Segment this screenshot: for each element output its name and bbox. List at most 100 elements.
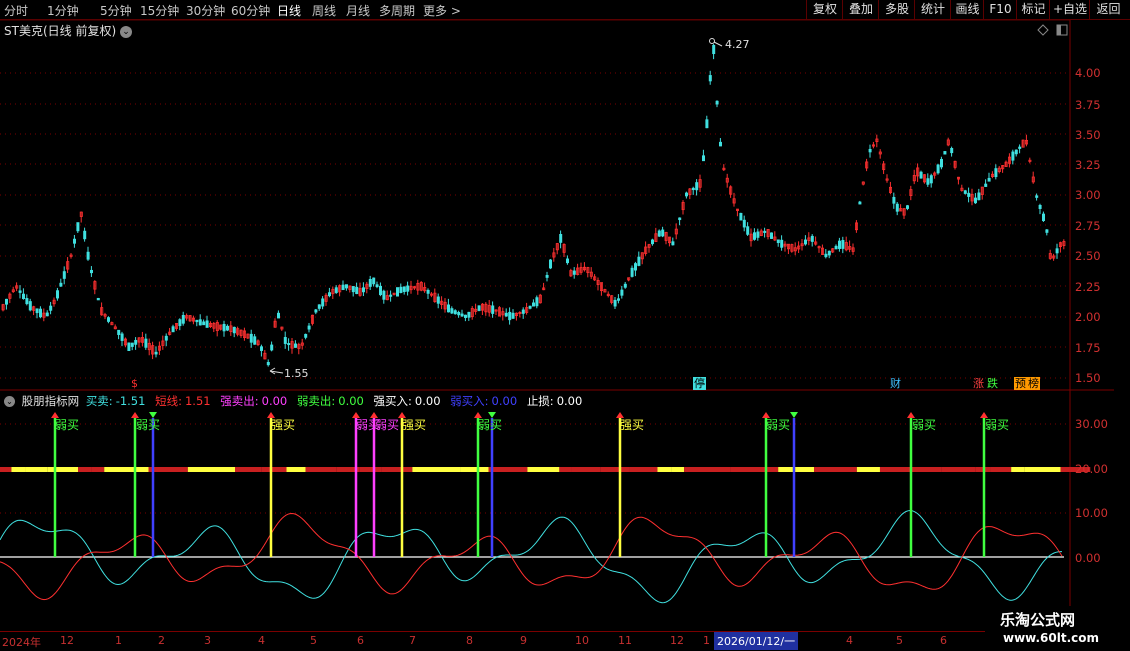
candle-body: [283, 337, 287, 344]
candle-body: [892, 196, 896, 204]
high-price-label: 4.27: [725, 38, 750, 51]
time-tick: 5: [310, 634, 317, 647]
candle-body: [164, 335, 168, 341]
candle-body: [307, 325, 311, 330]
chevron-down-icon[interactable]: ⌄: [4, 396, 15, 407]
candle-body: [83, 230, 87, 240]
candle-body: [178, 319, 182, 327]
candle-body: [378, 285, 382, 296]
price-tick: 3.50: [1075, 128, 1101, 142]
candle-body: [770, 232, 774, 239]
candle-body: [232, 326, 236, 334]
candle-body: [824, 253, 828, 258]
candle-body: [678, 217, 682, 221]
signal-label: 强买: [620, 418, 645, 432]
candle-body: [521, 309, 525, 314]
candle-body: [504, 312, 508, 317]
candle-body: [375, 284, 379, 288]
candle-body: [827, 250, 831, 256]
indicator-name[interactable]: 股朋指标网: [22, 394, 80, 408]
candle-body: [572, 270, 576, 275]
chart-canvas: [0, 19, 1114, 632]
candle-body: [994, 168, 998, 178]
candle-body: [780, 239, 784, 248]
candle-body: [399, 286, 403, 293]
time-tick: 1: [115, 634, 122, 647]
candle-body: [436, 296, 440, 304]
candle-body: [134, 339, 138, 345]
diamond-icon[interactable]: [1037, 24, 1049, 36]
watermark-title: 乐淘公式网: [1000, 611, 1076, 629]
candle-body: [549, 259, 553, 269]
candle-body: [708, 75, 712, 82]
candle-body: [712, 44, 716, 55]
time-tick: 12: [60, 634, 74, 647]
time-tick: 4: [846, 634, 853, 647]
candle-body: [73, 238, 77, 244]
candle-body: [25, 298, 29, 305]
time-tick: 2024年: [2, 636, 41, 649]
candle-body: [834, 245, 838, 250]
field-strong-buy: 强买入: 0.00: [374, 394, 444, 408]
signal-label: 弱买: [912, 418, 937, 432]
candle-body: [1035, 195, 1039, 198]
field-label: 强买入:: [373, 394, 412, 408]
candle-body: [171, 326, 175, 333]
candle-body: [195, 319, 199, 323]
candle-body: [372, 277, 376, 285]
candle-body: [651, 239, 655, 245]
time-tick: 2: [158, 634, 165, 647]
event-ranking[interactable]: 榜: [1027, 377, 1040, 390]
trend-strip-segment: [261, 467, 287, 472]
candle-body: [249, 333, 253, 343]
candle-body: [355, 286, 359, 295]
event-dividend[interactable]: $: [130, 377, 139, 390]
trend-strip-segment: [1011, 467, 1025, 472]
event-limit-up[interactable]: 涨: [972, 377, 985, 390]
candle-body: [719, 141, 723, 147]
candle-body: [457, 311, 461, 316]
candle-body: [895, 203, 899, 212]
candle-body: [198, 319, 202, 326]
event-limit-down[interactable]: 跌: [986, 377, 999, 390]
trend-strip-segment: [571, 467, 601, 472]
event-suspend[interactable]: 停: [693, 377, 706, 390]
field-value: 1.51: [184, 394, 211, 408]
candle-body: [702, 155, 706, 162]
time-tick: 3: [204, 634, 211, 647]
candle-body: [463, 314, 467, 318]
candle-body: [685, 192, 689, 197]
candle-body: [936, 164, 940, 174]
trend-strip-segment: [856, 467, 880, 472]
candle-body: [21, 293, 25, 299]
trend-strip-segment: [941, 467, 976, 472]
signal-label: 强买: [402, 418, 427, 432]
event-forecast[interactable]: 预: [1014, 377, 1027, 390]
current-date-cursor[interactable]: 2026/01/12/一: [714, 632, 799, 650]
candle-body: [491, 305, 495, 314]
price-tick: 3.75: [1075, 98, 1101, 112]
candle-body: [868, 148, 872, 153]
candle-body: [1018, 146, 1022, 149]
candle-body: [154, 351, 158, 355]
candle-body: [974, 197, 978, 204]
candle-body: [361, 287, 365, 293]
event-finance[interactable]: 财: [889, 377, 902, 390]
candle-body: [446, 304, 450, 313]
candle-body: [705, 119, 709, 129]
candle-body: [49, 305, 53, 311]
candle-body: [838, 240, 842, 249]
window-controls[interactable]: [1037, 24, 1068, 36]
field-buysell: 买卖: -1.51: [86, 394, 149, 408]
trend-strip-segment: [488, 467, 528, 472]
candle-body: [467, 311, 471, 318]
signal-label: 强买: [271, 418, 296, 432]
candle-body: [222, 323, 226, 332]
time-tick: 8: [466, 634, 473, 647]
trend-strip-segment: [814, 467, 857, 472]
field-strong-sell: 强卖出: 0.00: [220, 394, 290, 408]
time-tick: 6: [357, 634, 364, 647]
candle-body: [776, 239, 780, 244]
price-tick: 1.50: [1075, 371, 1101, 385]
candle-body: [943, 151, 947, 155]
